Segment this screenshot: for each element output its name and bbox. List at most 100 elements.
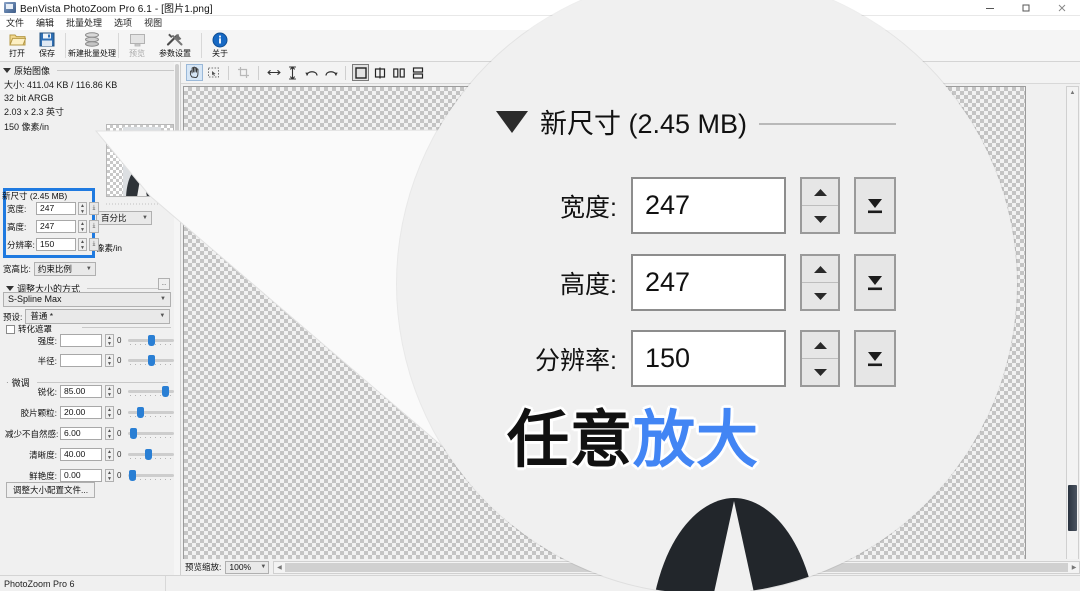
preview-zoom-select[interactable]: 100% ▼ bbox=[225, 560, 270, 574]
crop-tool-button[interactable] bbox=[235, 64, 252, 81]
width-spinner[interactable]: ▲ ▼ bbox=[78, 202, 87, 215]
mask-strength-spinner[interactable]: ▲ ▼ bbox=[105, 334, 114, 347]
sidebar-scrollbar-thumb[interactable] bbox=[175, 64, 179, 184]
rotate-right-button[interactable] bbox=[322, 64, 339, 81]
height-spinner[interactable]: ▲ ▼ bbox=[78, 220, 87, 233]
mask-strength-slider[interactable] bbox=[128, 334, 174, 347]
vibrance-input[interactable]: 0.00 bbox=[60, 469, 102, 482]
transform-mask-checkbox[interactable] bbox=[6, 324, 15, 334]
spinner-down-icon[interactable] bbox=[802, 359, 838, 385]
film-grain-input[interactable]: 20.00 bbox=[60, 406, 102, 419]
sharpen-slider[interactable] bbox=[128, 385, 174, 398]
resize-profile-button[interactable]: 调整大小配置文件... bbox=[6, 482, 96, 498]
aspect-ratio-select[interactable]: 约束比例 ▼ bbox=[33, 262, 96, 276]
vibrance-spinner[interactable]: ▲ ▼ bbox=[105, 469, 114, 482]
rotate-left-button[interactable] bbox=[303, 64, 320, 81]
magnifier-width-input[interactable]: 247 bbox=[631, 177, 786, 234]
slider-knob[interactable] bbox=[130, 427, 137, 439]
magnifier-width-spinner[interactable] bbox=[800, 177, 840, 234]
magnifier-resolution-lock-button[interactable] bbox=[854, 330, 896, 387]
menu-file[interactable]: 文件 bbox=[6, 16, 31, 30]
film-grain-row: 胶片颗粒: 20.00 ▲▼ 0 100 bbox=[5, 406, 180, 419]
magnifier-resolution-input[interactable]: 150 bbox=[631, 330, 786, 387]
magnifier-height-spinner[interactable] bbox=[800, 254, 840, 311]
scroll-up-arrow-icon[interactable]: ▲ bbox=[1068, 88, 1077, 98]
sharpen-spinner[interactable]: ▲ ▼ bbox=[105, 385, 114, 398]
menu-batch[interactable]: 批量处理 bbox=[66, 16, 109, 30]
save-disk-icon bbox=[39, 31, 55, 48]
mask-radius-slider[interactable] bbox=[128, 354, 174, 367]
artifact-reduction-slider[interactable] bbox=[128, 427, 174, 440]
about-button[interactable]: 关于 bbox=[205, 30, 235, 61]
height-input[interactable]: 247 bbox=[36, 220, 76, 233]
original-dimensions-line: 2.03 x 2.3 英寸 bbox=[4, 107, 65, 117]
slider-knob[interactable] bbox=[137, 406, 144, 418]
spinner-up-icon[interactable] bbox=[802, 256, 838, 283]
film-grain-slider[interactable] bbox=[128, 406, 174, 419]
slider-knob[interactable] bbox=[148, 334, 155, 346]
mask-radius-input[interactable] bbox=[60, 354, 102, 367]
clarity-spinner[interactable]: ▲ ▼ bbox=[105, 448, 114, 461]
slider-knob[interactable] bbox=[148, 354, 155, 366]
sidebar-scrollbar[interactable] bbox=[174, 62, 180, 575]
film-grain-spinner[interactable]: ▲ ▼ bbox=[105, 406, 114, 419]
height-label: 高度: bbox=[7, 221, 27, 232]
magnifier-height-input[interactable]: 247 bbox=[631, 254, 786, 311]
vibrance-slider[interactable] bbox=[128, 469, 174, 482]
original-image-section-header[interactable]: 原始图像 bbox=[0, 62, 180, 77]
clarity-slider[interactable] bbox=[128, 448, 174, 461]
close-button[interactable] bbox=[1044, 0, 1080, 16]
resolution-input[interactable]: 150 bbox=[36, 238, 76, 251]
resize-method-select[interactable]: S-Spline Max ▼ bbox=[3, 292, 171, 307]
spinner-up-icon[interactable] bbox=[802, 179, 838, 206]
canvas-vertical-scrollbar-thumb[interactable] bbox=[1068, 485, 1077, 531]
slider-knob[interactable] bbox=[129, 469, 136, 481]
scroll-left-arrow-icon[interactable]: ◀ bbox=[274, 562, 284, 573]
artifact-reduction-spinner[interactable]: ▲ ▼ bbox=[105, 427, 114, 440]
mask-radius-spinner[interactable]: ▲ ▼ bbox=[105, 354, 114, 367]
menu-view[interactable]: 视图 bbox=[144, 16, 169, 30]
size-unit-select[interactable]: 百分比 ▼ bbox=[96, 211, 152, 225]
width-input[interactable]: 247 bbox=[36, 202, 76, 215]
slider-knob[interactable] bbox=[145, 448, 152, 460]
film-grain-min: 0 bbox=[117, 408, 122, 417]
settings-button[interactable]: 参数设置 bbox=[152, 30, 198, 61]
spinner-up-icon[interactable] bbox=[802, 332, 838, 359]
width-lock-button[interactable]: ⤓ bbox=[89, 202, 99, 215]
flip-horizontal-button[interactable] bbox=[265, 64, 282, 81]
spinner-down-icon[interactable] bbox=[802, 283, 838, 309]
preview-button[interactable]: 预览 bbox=[122, 30, 152, 61]
clarity-input[interactable]: 40.00 bbox=[60, 448, 102, 461]
resize-method-options-button[interactable]: ... bbox=[158, 278, 170, 290]
aspect-ratio-label: 宽高比: bbox=[3, 264, 31, 274]
new-batch-button[interactable]: 新建批量处理 bbox=[68, 30, 116, 61]
view-split-vertical-button[interactable] bbox=[371, 64, 388, 81]
canvas-vertical-scrollbar[interactable]: ▲ ▼ bbox=[1066, 86, 1079, 559]
spinner-down-icon[interactable] bbox=[802, 206, 838, 232]
menu-options[interactable]: 选项 bbox=[114, 16, 139, 30]
magnifier-width-lock-button[interactable] bbox=[854, 177, 896, 234]
clarity-min: 0 bbox=[117, 450, 122, 459]
mask-strength-input[interactable] bbox=[60, 334, 102, 347]
open-button[interactable]: 打开 bbox=[2, 30, 32, 61]
resolution-lock-button[interactable]: ⤓ bbox=[89, 238, 99, 251]
view-single-button[interactable] bbox=[352, 64, 369, 81]
flip-vertical-button[interactable] bbox=[284, 64, 301, 81]
original-thumbnail[interactable] bbox=[106, 124, 174, 197]
resolution-spinner[interactable]: ▲ ▼ bbox=[78, 238, 87, 251]
magnifier-height-lock-button[interactable] bbox=[854, 254, 896, 311]
save-button[interactable]: 保存 bbox=[32, 30, 62, 61]
menu-edit[interactable]: 编辑 bbox=[36, 16, 61, 30]
height-lock-button[interactable]: ⤓ bbox=[89, 220, 99, 233]
scroll-down-arrow-icon[interactable]: ▼ bbox=[1068, 557, 1077, 559]
pan-hand-tool-button[interactable] bbox=[186, 64, 203, 81]
marquee-select-tool-button[interactable] bbox=[205, 64, 222, 81]
artifact-reduction-input[interactable]: 6.00 bbox=[60, 427, 102, 440]
folder-open-icon bbox=[8, 31, 26, 48]
magnifier-resolution-spinner[interactable] bbox=[800, 330, 840, 387]
preset-select[interactable]: 普通 * ▼ bbox=[25, 309, 171, 324]
original-depth-line: 32 bit ARGB bbox=[4, 93, 54, 103]
slider-knob[interactable] bbox=[162, 385, 169, 397]
sharpen-input[interactable]: 85.00 bbox=[60, 385, 102, 398]
scroll-right-arrow-icon[interactable]: ▶ bbox=[1069, 562, 1079, 573]
